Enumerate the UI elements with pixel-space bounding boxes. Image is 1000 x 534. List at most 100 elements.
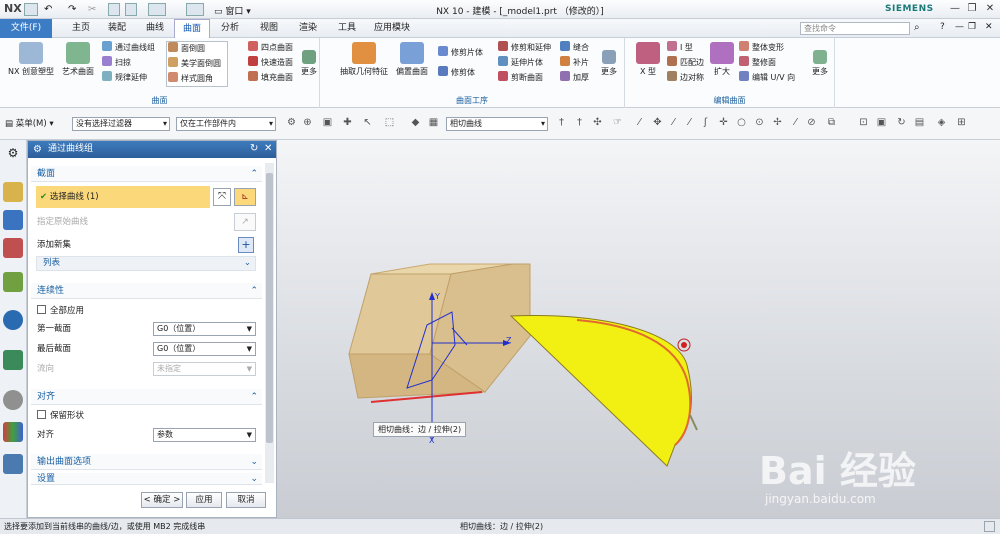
nx-realize-shape-button[interactable]: NX 创意塑型 <box>6 42 56 77</box>
dialog-close-icon[interactable]: ✕ <box>264 143 272 154</box>
rapid-surfacing-button[interactable]: 快速造面 <box>248 56 293 70</box>
specify-origin-button[interactable]: ↗ <box>234 213 256 231</box>
tab-tools[interactable]: 工具 <box>330 19 364 38</box>
tab-analysis[interactable]: 分析 <box>213 19 247 38</box>
redo-icon[interactable]: ↷ <box>68 3 80 16</box>
sub-close-icon[interactable]: ✕ <box>985 22 993 32</box>
curve-rule-dropdown[interactable]: 相切曲线 <box>446 117 548 131</box>
paste-icon[interactable] <box>125 3 137 16</box>
styled-blend-button[interactable]: 样式圆角 <box>168 72 213 86</box>
keep-shape-checkbox[interactable]: 保留形状 <box>37 409 84 423</box>
stop-at-intersection-icon[interactable]: † <box>556 117 567 128</box>
end-point-icon[interactable]: ⁄ <box>634 117 645 128</box>
more-surface-button[interactable]: 更多 <box>298 50 320 77</box>
file-menu[interactable]: 文件(F) <box>0 19 52 38</box>
shaded-icon[interactable]: ▤ <box>914 117 925 128</box>
studio-surface-button[interactable]: 艺术曲面 <box>58 42 98 77</box>
trim-sheet-button[interactable]: 修剪片体 <box>438 46 483 60</box>
undo-icon[interactable]: ↶ <box>44 3 64 16</box>
ok-button[interactable]: < 确定 > <box>141 492 183 508</box>
global-shaping-button[interactable]: 整体变形 <box>739 41 784 55</box>
roles-icon[interactable] <box>3 454 23 474</box>
continuity-header[interactable]: 连续性 ⌃ <box>31 283 262 299</box>
close-icon[interactable]: ✕ <box>983 3 997 15</box>
alignment-select[interactable]: 参数 <box>153 428 256 442</box>
last-section-select[interactable]: G0（位置） <box>153 342 256 356</box>
tab-curve[interactable]: 曲线 <box>138 19 172 38</box>
curve-select-icon[interactable]: ⊾ <box>234 188 256 206</box>
edit-uv-button[interactable]: 编辑 U/V 向 <box>739 71 795 85</box>
more-edit-button[interactable]: 更多 <box>809 50 831 77</box>
zoom-icon[interactable]: ▣ <box>876 117 887 128</box>
system-materials-icon[interactable] <box>3 422 23 442</box>
filter-icon[interactable]: ⚙ <box>286 117 297 128</box>
scrollbar-thumb[interactable] <box>266 173 273 443</box>
dialog-gear-icon[interactable]: ⚙ <box>33 144 42 155</box>
sew-button[interactable]: 缝合 <box>560 41 589 55</box>
follow-fillet-icon[interactable]: † <box>574 117 585 128</box>
select-curve-row[interactable]: ✔ 选择曲线 (1) <box>36 186 210 208</box>
enlarge-button[interactable]: 扩大 <box>707 42 737 77</box>
face-blend-button[interactable]: 面倒圆 <box>168 42 205 56</box>
search-icon[interactable]: ⌕ <box>914 22 920 33</box>
dialog-scrollbar[interactable] <box>265 163 274 483</box>
point-on-curve-icon[interactable]: ○ <box>736 117 747 128</box>
reset-icon[interactable]: ↻ <box>250 143 258 154</box>
restore-icon[interactable]: ❐ <box>965 3 979 15</box>
window-menu[interactable]: ▭ 窗口 ▾ <box>214 4 251 17</box>
scope-dropdown[interactable]: 仅在工作部件内 <box>176 117 276 131</box>
trim-body-button[interactable]: 修剪体 <box>438 66 475 80</box>
graphics-window[interactable]: Y Z X 相切曲线：边 / 拉伸(2) Bai 经验 jingyan.baid… <box>277 140 1000 518</box>
sub-minimize-icon[interactable]: — <box>955 22 964 32</box>
cancel-button[interactable]: 取消 <box>226 492 266 508</box>
match-edge-button[interactable]: 匹配边 <box>667 56 704 70</box>
add-new-set-button[interactable]: + <box>238 237 254 253</box>
select-all-icon[interactable]: ⊕ <box>302 117 313 128</box>
thicken-button[interactable]: 加厚 <box>560 71 589 85</box>
tab-applications[interactable]: 应用模块 <box>366 19 418 38</box>
type-filter-dropdown[interactable]: 没有选择过滤器 <box>72 117 170 131</box>
minimize-icon[interactable]: — <box>948 3 962 15</box>
copy-icon[interactable] <box>108 3 120 16</box>
x-form-button[interactable]: X 型 <box>633 42 663 77</box>
chain-within-feature-icon[interactable]: ✣ <box>592 117 603 128</box>
arc-center-icon[interactable]: ʃ <box>700 117 711 128</box>
more-operations-button[interactable]: 更多 <box>598 50 620 77</box>
tab-home[interactable]: 主页 <box>64 19 98 38</box>
feature-select-icon[interactable]: ▣ <box>322 117 333 128</box>
existing-point-icon[interactable]: ✢ <box>772 117 783 128</box>
menu-button[interactable]: ▤ 菜单(M) ▾ <box>5 117 54 129</box>
cut-icon[interactable]: ✂ <box>88 3 100 16</box>
i-form-button[interactable]: I 型 <box>667 41 693 55</box>
control-point-icon[interactable]: ⁄ <box>668 117 679 128</box>
list-expander[interactable]: 列表 ⌄ <box>36 256 256 271</box>
history-icon[interactable] <box>3 350 23 370</box>
fit-view-icon[interactable]: ⊡ <box>858 117 869 128</box>
orient-view-icon[interactable]: ⊞ <box>956 117 967 128</box>
constraint-navigator-icon[interactable] <box>3 238 23 258</box>
flow-select[interactable]: 未指定 <box>153 362 256 376</box>
aesthetic-face-blend-button[interactable]: 美学面倒圆 <box>168 57 221 71</box>
apply-all-checkbox[interactable]: 全部应用 <box>37 304 84 318</box>
alignment-header[interactable]: 对齐 ⌃ <box>31 389 262 405</box>
midpoint-icon[interactable]: ✥ <box>652 117 663 128</box>
tab-assembly[interactable]: 装配 <box>100 19 134 38</box>
repeat-command-icon[interactable] <box>186 3 204 16</box>
full-screen-icon[interactable] <box>984 521 995 532</box>
divide-face-button[interactable]: 剪断曲面 <box>498 71 543 85</box>
law-extension-button[interactable]: 规律延伸 <box>102 71 147 85</box>
touch-mode-icon[interactable] <box>148 3 166 16</box>
four-point-surface-button[interactable]: 四点曲面 <box>248 41 293 55</box>
through-curves-button[interactable]: 通过曲线组 <box>102 41 155 55</box>
command-search-input[interactable]: 查找命令 <box>800 22 910 35</box>
rectangle-select-icon[interactable]: ⬚ <box>384 117 395 128</box>
offset-surface-button[interactable]: 偏置曲面 <box>392 42 432 77</box>
tab-view[interactable]: 视图 <box>252 19 286 38</box>
render-style-icon[interactable]: ◈ <box>936 117 947 128</box>
output-options-header[interactable]: 输出曲面选项 ⌄ <box>31 454 262 470</box>
assembly-navigator-icon[interactable] <box>3 210 23 230</box>
snap-point-icon[interactable]: ✚ <box>342 117 353 128</box>
tab-surface[interactable]: 曲面 <box>174 19 211 38</box>
internet-explorer-icon[interactable] <box>3 310 23 330</box>
apply-button[interactable]: 应用 <box>186 492 222 508</box>
